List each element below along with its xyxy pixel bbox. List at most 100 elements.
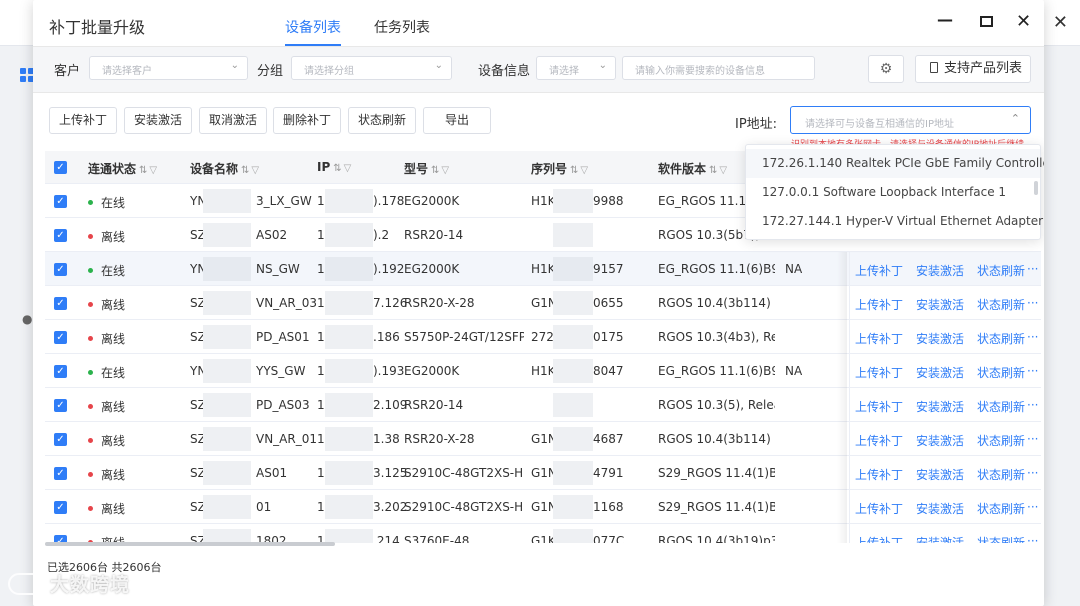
close-button[interactable]: ✕ xyxy=(1016,11,1031,32)
install-activate-link[interactable]: 安装激活 xyxy=(916,466,964,483)
more-icon[interactable]: ··· xyxy=(1027,500,1038,514)
redaction-mask xyxy=(553,291,593,315)
device-name-suffix: VN_AR_03 xyxy=(256,296,318,310)
row-checkbox[interactable]: ✓ xyxy=(54,399,67,412)
row-checkbox[interactable]: ✓ xyxy=(54,331,67,344)
refresh-status-link[interactable]: 状态刷新 xyxy=(977,398,1025,415)
row-checkbox[interactable]: ✓ xyxy=(54,263,67,276)
device-search-input[interactable]: 请输入你需要搜索的设备信息 xyxy=(622,56,815,80)
upload-patch-link[interactable]: 上传补丁 xyxy=(855,534,903,543)
install-activate-link[interactable]: 安装激活 xyxy=(916,262,964,279)
col-ip[interactable]: IP ⇅ ▽ xyxy=(317,160,351,174)
settings-button[interactable]: ⚙ xyxy=(868,55,904,83)
filter-icon[interactable]: ▽ xyxy=(441,165,449,176)
install-activate-link[interactable]: 安装激活 xyxy=(916,330,964,347)
upload-patch-link[interactable]: 上传补丁 xyxy=(855,466,903,483)
ip-suffix: 3.202 xyxy=(373,500,408,514)
export-button[interactable]: 导出 xyxy=(423,107,491,134)
sort-icon[interactable]: ⇅ xyxy=(570,165,578,176)
refresh-status-link[interactable]: 状态刷新 xyxy=(977,432,1025,449)
refresh-status-link[interactable]: 状态刷新 xyxy=(977,330,1025,347)
more-icon[interactable]: ··· xyxy=(1027,262,1038,276)
more-icon[interactable]: ··· xyxy=(1027,432,1038,446)
status-dot-icon xyxy=(88,268,93,273)
sort-icon[interactable]: ⇅ xyxy=(709,165,717,176)
col-model[interactable]: 型号 ⇅ ▽ xyxy=(404,160,449,177)
apps-grid-icon[interactable] xyxy=(20,68,34,82)
ip-option[interactable]: 172.26.1.140 Realtek PCIe GbE Family Con… xyxy=(746,149,1044,178)
status-text: 在线 xyxy=(101,264,126,278)
delete-patch-button[interactable]: 删除补丁 xyxy=(273,107,341,134)
maximize-button[interactable] xyxy=(980,16,993,27)
more-icon[interactable]: ··· xyxy=(1027,364,1038,378)
cancel-activate-button[interactable]: 取消激活 xyxy=(199,107,267,134)
filter-icon[interactable]: ▽ xyxy=(251,165,259,176)
ip-option[interactable]: 172.27.144.1 Hyper-V Virtual Ethernet Ad… xyxy=(746,207,1043,236)
tab-device-list[interactable]: 设备列表 xyxy=(285,17,341,37)
row-checkbox[interactable]: ✓ xyxy=(54,365,67,378)
ip-option[interactable]: 127.0.0.1 Software Loopback Interface 1 xyxy=(746,178,1040,207)
col-status-label: 连通状态 xyxy=(88,162,137,176)
filter-icon[interactable]: ▽ xyxy=(580,165,588,176)
tab-task-list[interactable]: 任务列表 xyxy=(374,17,430,37)
dropdown-scrollbar[interactable] xyxy=(1034,181,1038,195)
row-checkbox[interactable]: ✓ xyxy=(54,195,67,208)
select-all-checkbox[interactable]: ✓ xyxy=(54,161,67,174)
serial-prefix: H1K xyxy=(531,262,556,276)
col-software-version[interactable]: 软件版本 ⇅ ▽ xyxy=(658,160,727,177)
more-icon[interactable]: ··· xyxy=(1027,296,1038,310)
customer-select[interactable]: 请选择客户 ⌄ xyxy=(89,56,248,80)
install-activate-button[interactable]: 安装激活 xyxy=(124,107,192,134)
col-status[interactable]: 连通状态 ⇅ ▽ xyxy=(88,160,157,177)
sort-icon[interactable]: ⇅ xyxy=(241,165,249,176)
refresh-status-link[interactable]: 状态刷新 xyxy=(977,466,1025,483)
col-device-name[interactable]: 设备名称 ⇅ ▽ xyxy=(190,160,259,177)
filter-icon[interactable]: ▽ xyxy=(149,165,157,176)
upload-patch-link[interactable]: 上传补丁 xyxy=(855,262,903,279)
more-icon[interactable]: ··· xyxy=(1027,330,1038,344)
upload-patch-button[interactable]: 上传补丁 xyxy=(49,107,117,134)
more-icon[interactable]: ··· xyxy=(1027,466,1038,480)
row-checkbox[interactable]: ✓ xyxy=(54,433,67,446)
refresh-status-link[interactable]: 状态刷新 xyxy=(977,262,1025,279)
refresh-status-link[interactable]: 状态刷新 xyxy=(977,296,1025,313)
col-serial[interactable]: 序列号 ⇅ ▽ xyxy=(531,160,588,177)
sort-icon[interactable]: ⇅ xyxy=(431,165,439,176)
background-close-icon[interactable]: ✕ xyxy=(1053,12,1068,33)
supported-products-button[interactable]: 支持产品列表 xyxy=(915,55,1031,83)
upload-patch-link[interactable]: 上传补丁 xyxy=(855,432,903,449)
horizontal-scrollbar[interactable] xyxy=(45,542,335,546)
serial-suffix: 0175 xyxy=(593,330,624,344)
row-checkbox[interactable]: ✓ xyxy=(54,467,67,480)
upload-patch-link[interactable]: 上传补丁 xyxy=(855,296,903,313)
install-activate-link[interactable]: 安装激活 xyxy=(916,500,964,517)
refresh-status-link[interactable]: 状态刷新 xyxy=(977,364,1025,381)
refresh-status-link[interactable]: 状态刷新 xyxy=(977,534,1025,543)
upload-patch-link[interactable]: 上传补丁 xyxy=(855,330,903,347)
upload-patch-link[interactable]: 上传补丁 xyxy=(855,364,903,381)
install-activate-link[interactable]: 安装激活 xyxy=(916,296,964,313)
install-activate-link[interactable]: 安装激活 xyxy=(916,432,964,449)
minimize-button[interactable]: — xyxy=(937,10,953,29)
ip-address-select[interactable]: 请选择可与设备互相通信的IP地址 ⌃ xyxy=(790,106,1031,134)
upload-patch-link[interactable]: 上传补丁 xyxy=(855,398,903,415)
sort-icon[interactable]: ⇅ xyxy=(139,165,147,176)
row-checkbox[interactable]: ✓ xyxy=(54,501,67,514)
row-checkbox[interactable]: ✓ xyxy=(54,297,67,310)
device-info-field-select[interactable]: 请选择 ⌄ xyxy=(536,56,616,80)
refresh-status-link[interactable]: 状态刷新 xyxy=(977,500,1025,517)
install-activate-link[interactable]: 安装激活 xyxy=(916,364,964,381)
refresh-status-button[interactable]: 状态刷新 xyxy=(348,107,416,134)
sort-icon[interactable]: ⇅ xyxy=(333,163,341,174)
row-checkbox[interactable]: ✓ xyxy=(54,229,67,242)
install-activate-link[interactable]: 安装激活 xyxy=(916,534,964,543)
more-icon[interactable]: ··· xyxy=(1027,398,1038,412)
operations-row: 上传补丁 安装激活 状态刷新 ··· xyxy=(849,524,1041,543)
filter-icon[interactable]: ▽ xyxy=(719,165,727,176)
group-select[interactable]: 请选择分组 ⌄ xyxy=(291,56,452,80)
upload-patch-link[interactable]: 上传补丁 xyxy=(855,500,903,517)
filter-icon[interactable]: ▽ xyxy=(344,163,352,174)
user-icon[interactable]: ● xyxy=(22,312,32,326)
more-icon[interactable]: ··· xyxy=(1027,534,1038,543)
install-activate-link[interactable]: 安装激活 xyxy=(916,398,964,415)
